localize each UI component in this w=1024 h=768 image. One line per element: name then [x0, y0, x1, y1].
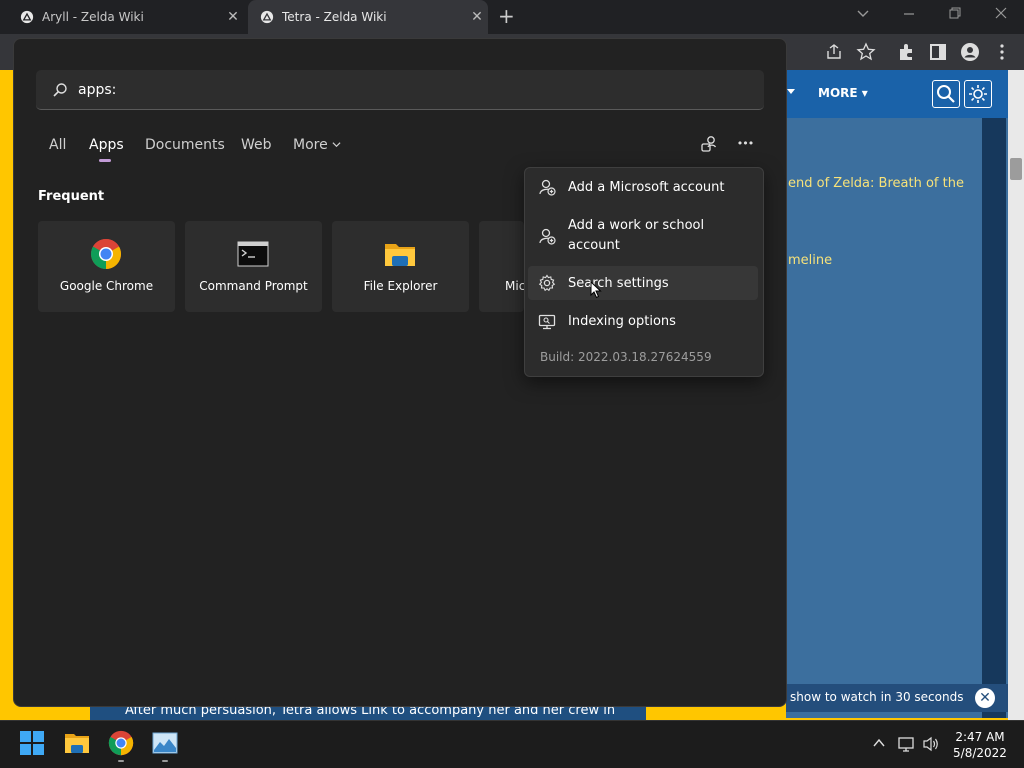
browser-menu-icon[interactable] [992, 42, 1012, 62]
tab-documents[interactable]: Documents [145, 137, 225, 153]
menu-item-indexing-options[interactable]: Indexing options [528, 310, 758, 334]
app-tile-google-chrome[interactable]: Google Chrome [38, 221, 175, 312]
search-icon [53, 83, 67, 97]
video-close-icon[interactable]: ✕ [975, 688, 995, 708]
tray-chevron-up-icon[interactable] [872, 736, 886, 750]
terminal-icon [237, 241, 269, 267]
tab-label: Tetra - Zelda Wiki [282, 10, 387, 24]
video-countdown-text: show to watch in 30 seconds [790, 690, 964, 704]
browser-tab-tetra[interactable]: Tetra - Zelda Wiki ✕ [248, 0, 488, 34]
tab-apps[interactable]: Apps [89, 137, 124, 153]
app-tile-partially-hidden[interactable]: Mic [479, 221, 524, 312]
search-input[interactable] [78, 78, 718, 102]
folder-icon [385, 244, 415, 266]
photos-taskbar-icon[interactable] [152, 730, 178, 756]
app-label: Command Prompt [199, 279, 308, 293]
zelda-wiki-favicon-icon [20, 10, 34, 24]
new-tab-button[interactable]: + [498, 4, 515, 28]
wiki-content-edge [982, 118, 1006, 718]
chrome-icon [90, 238, 122, 269]
menu-item-label: Indexing options [568, 314, 676, 329]
person-add-icon [539, 228, 556, 245]
menu-item-label: Add a work or school account [568, 218, 705, 253]
build-version-text: Build: 2022.03.18.27624559 [540, 350, 712, 364]
browser-tab-aryll[interactable]: Aryll - Zelda Wiki ✕ [8, 0, 244, 34]
app-label: Mic [505, 279, 524, 293]
indexing-icon [538, 314, 556, 330]
file-explorer-taskbar-icon[interactable] [64, 730, 90, 756]
clock-time: 2:47 AM [955, 730, 1005, 744]
wiki-content-area [786, 118, 1008, 718]
tab-label: Aryll - Zelda Wiki [42, 10, 144, 24]
side-panel-icon[interactable] [928, 42, 948, 62]
person-add-icon [539, 179, 556, 196]
wiki-link-breath-of-the-wild[interactable]: end of Zelda: Breath of the [788, 176, 964, 191]
tab-all[interactable]: All [49, 137, 66, 153]
menu-item-label: Add a Microsoft account [568, 180, 725, 195]
bookmark-star-icon[interactable] [856, 42, 876, 62]
app-tile-file-explorer[interactable]: File Explorer [332, 221, 469, 312]
extensions-icon[interactable] [896, 42, 916, 62]
nav-more-menu[interactable]: MORE ▾ [818, 86, 868, 100]
clock-date: 5/8/2022 [953, 746, 1007, 760]
running-indicator [162, 760, 168, 762]
nav-dropdown-arrow-icon[interactable] [786, 86, 796, 96]
tab-more[interactable]: More [293, 137, 341, 153]
menu-item-add-microsoft-account[interactable]: Add a Microsoft account [528, 176, 758, 200]
share-icon[interactable] [824, 42, 844, 62]
profile-avatar-icon[interactable] [960, 42, 980, 62]
search-icon [937, 85, 955, 103]
running-indicator [118, 760, 124, 762]
gear-icon [538, 274, 556, 292]
zelda-wiki-favicon-icon [260, 10, 274, 24]
scrollbar-thumb[interactable] [1010, 158, 1022, 180]
app-label: File Explorer [363, 279, 438, 293]
taskbar-clock[interactable]: 2:47 AM 5/8/2022 [950, 729, 1010, 761]
close-window-icon[interactable] [994, 6, 1008, 20]
tab-search-chevron-icon[interactable] [856, 6, 870, 20]
close-tab-icon[interactable]: ✕ [222, 9, 244, 25]
tab-web[interactable]: Web [241, 137, 272, 153]
app-tile-command-prompt[interactable]: Command Prompt [185, 221, 322, 312]
minimize-icon[interactable] [902, 6, 916, 20]
more-options-button[interactable]: ••• [735, 134, 755, 154]
chrome-taskbar-icon[interactable] [108, 730, 134, 756]
wiki-link-timeline[interactable]: meline [788, 253, 832, 268]
menu-item-add-work-account[interactable]: Add a work or school account [528, 216, 758, 258]
network-icon[interactable] [898, 736, 916, 752]
accounts-switch-icon[interactable] [699, 134, 719, 154]
sun-icon [969, 85, 987, 103]
restore-icon[interactable] [948, 6, 962, 20]
site-search-button[interactable] [932, 80, 960, 108]
theme-toggle-button[interactable] [964, 80, 992, 108]
close-tab-icon[interactable]: ✕ [466, 9, 488, 25]
mouse-cursor-icon [590, 281, 602, 299]
active-tab-indicator [99, 159, 111, 162]
chevron-down-icon [332, 142, 341, 148]
frequent-section-title: Frequent [38, 189, 105, 204]
windows-start-icon[interactable] [19, 730, 45, 756]
app-label: Google Chrome [59, 279, 154, 293]
menu-item-search-settings[interactable]: Search settings [528, 266, 758, 300]
volume-icon[interactable] [922, 736, 940, 752]
